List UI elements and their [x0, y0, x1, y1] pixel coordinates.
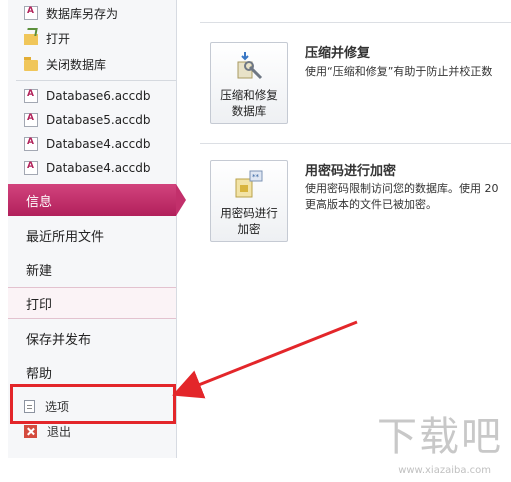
compact-title: 压缩并修复: [305, 46, 371, 61]
compact-repair-button-label: 压缩和修复 数据库: [220, 88, 278, 118]
encrypt-title: 用密码进行加密: [305, 164, 397, 179]
encrypt-icon: **: [235, 170, 263, 198]
watermark-logo: 下载吧: [377, 414, 503, 460]
compact-repair-button[interactable]: 压缩和修复 数据库: [210, 42, 288, 124]
content-top-line: [200, 22, 511, 23]
encrypt-description-line1: 使用密码限制访问您的数据库。使用 20: [305, 182, 499, 195]
encrypt-description-line2: 更高版本的文件已被加密。: [305, 198, 437, 211]
compact-repair-icon: [237, 52, 263, 80]
svg-text:**: **: [252, 173, 260, 181]
watermark-url: www.xiazaiba.com: [398, 465, 491, 476]
compact-description: 使用“压缩和修复”有助于防止并校正数: [305, 65, 493, 78]
section-divider: [200, 143, 511, 144]
encrypt-password-button-label: 用密码进行 加密: [220, 206, 278, 236]
encrypt-password-button[interactable]: ** 用密码进行 加密: [210, 160, 288, 242]
